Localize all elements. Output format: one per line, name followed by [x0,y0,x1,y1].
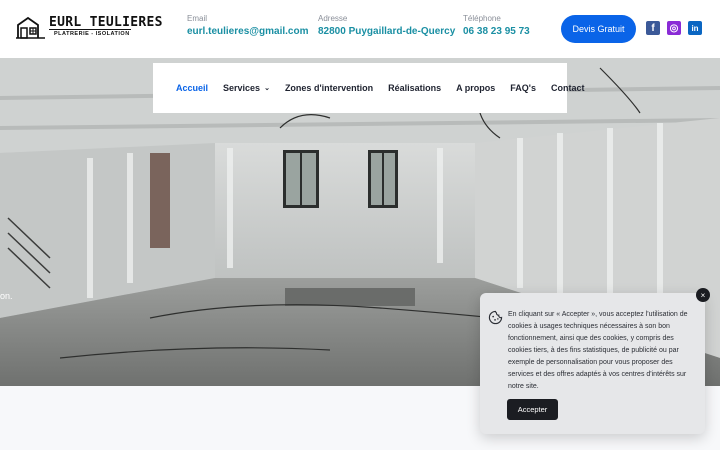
nav-item-label: Accueil [176,83,209,93]
cookie-accept-button[interactable]: Accepter [507,399,558,420]
contact-email-link[interactable]: eurl.teulieres@gmail.com [187,25,308,39]
cookie-banner: En cliquant sur « Accepter », vous accep… [480,293,705,434]
logo-subtitle: PLATRERIE - ISOLATION [54,31,130,37]
hero-text-fragment: on. [0,291,13,301]
free-quote-button[interactable]: Devis Gratuit [561,15,636,43]
nav-item-label: FAQ's [510,83,536,93]
main-nav: Accueil Services ⌄ Zones d'intervention … [153,63,584,113]
nav-item-zones[interactable]: Zones d'intervention [285,83,373,93]
facebook-icon[interactable]: f [646,21,660,35]
contact-address-value[interactable]: 82800 Puygaillard-de-Quercy [318,25,455,39]
nav-item-accueil[interactable]: Accueil [176,83,208,93]
linkedin-icon[interactable]: in [688,21,702,35]
nav-item-a-propos[interactable]: A propos [456,83,495,93]
cookie-message: En cliquant sur « Accepter », vous accep… [508,311,688,390]
nav-item-label: A propos [456,83,496,93]
contact-address-label: Adresse [318,14,348,23]
nav-item-realisations[interactable]: Réalisations [388,83,441,93]
contact-phone: Téléphone 06 38 23 95 73 [463,14,530,39]
contact-email: Email eurl.teulieres@gmail.com [187,14,308,39]
logo-divider [49,29,131,30]
contact-email-label: Email [187,14,208,23]
nav-item-faq[interactable]: FAQ's [510,83,536,93]
logo-title: EURL TEULIERES [49,15,163,30]
nav-item-label: Contact [550,83,585,93]
contact-phone-link[interactable]: 06 38 23 95 73 [463,25,530,39]
nav-item-label: Réalisations [388,83,442,93]
house-logo-icon [16,16,45,39]
site-header: EURL TEULIERES PLATRERIE - ISOLATION Ema… [0,0,720,58]
close-icon[interactable]: × [696,288,710,302]
nav-item-services[interactable]: Services ⌄ [223,83,270,93]
cookie-icon [488,310,503,325]
site-logo[interactable]: EURL TEULIERES PLATRERIE - ISOLATION [16,14,162,42]
contact-phone-label: Téléphone [463,14,501,23]
nav-item-contact[interactable]: Contact [551,83,585,93]
nav-item-label: Zones d'intervention [284,83,374,93]
contact-address: Adresse 82800 Puygaillard-de-Quercy [318,14,455,39]
instagram-icon[interactable]: ◎ [667,21,681,35]
chevron-down-icon: ⌄ [264,85,270,92]
nav-item-label: Services [223,83,261,93]
